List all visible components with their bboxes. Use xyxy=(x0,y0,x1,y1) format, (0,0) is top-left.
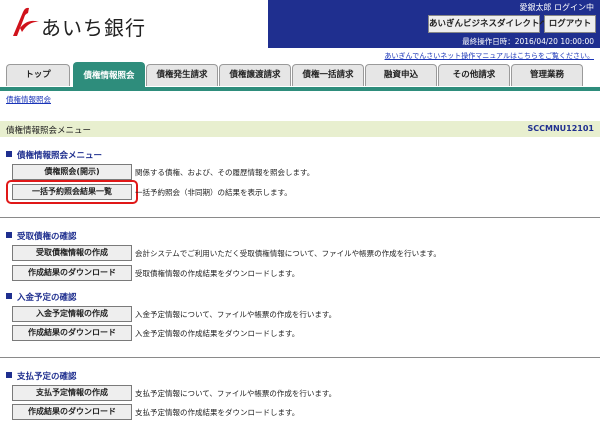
download-incoming-payment-button[interactable]: 作成結果のダウンロード xyxy=(12,325,132,341)
create-received-claims-button[interactable]: 受取債権情報の作成 xyxy=(12,245,132,261)
tab-claim-transfer[interactable]: 債権譲渡請求 xyxy=(219,64,291,86)
divider xyxy=(0,217,600,218)
breadcrumb[interactable]: 債権情報照会 xyxy=(6,94,51,105)
divider xyxy=(0,357,600,358)
login-user: 愛銀太郎 ログイン中 xyxy=(519,3,594,12)
user-panel: 愛銀太郎 ログイン中 あいぎんビジネスダイレクトへ戻る ログアウト 最終操作日時… xyxy=(268,0,600,48)
tab-underline xyxy=(0,87,600,91)
last-operation-time: 最終操作日時：2016/04/20 10:00:00 xyxy=(462,37,594,46)
create-outgoing-payment-desc: 支払予定情報について、ファイルや帳票の作成を行います。 xyxy=(135,389,337,398)
section-outgoing-payment-title: 支払予定の確認 xyxy=(6,370,77,382)
section-bullet-icon xyxy=(6,293,12,299)
download-received-claims-desc: 受取債権情報の作成結果をダウンロードします。 xyxy=(135,269,300,278)
download-outgoing-payment-button[interactable]: 作成結果のダウンロード xyxy=(12,404,132,420)
page-title: 債権情報照会メニュー xyxy=(6,126,92,136)
section-received-claims-title: 受取債権の確認 xyxy=(6,230,77,242)
claim-disclosure-desc: 関係する債権、および、その履歴情報を照会します。 xyxy=(135,168,315,177)
bank-logo-mark-icon xyxy=(13,7,39,36)
section-bullet-icon xyxy=(6,232,12,238)
tab-other-request[interactable]: その他請求 xyxy=(438,64,510,86)
bank-logo: あいち銀行 xyxy=(10,6,170,42)
main-tabs: トップ 債権情報照会 債権発生請求 債権譲渡請求 債権一括請求 融資申込 その他… xyxy=(0,62,600,89)
tab-claim-inquiry[interactable]: 債権情報照会 xyxy=(73,62,145,89)
create-incoming-payment-button[interactable]: 入金予定情報の作成 xyxy=(12,306,132,322)
tab-admin[interactable]: 管理業務 xyxy=(511,64,583,86)
section-incoming-payment-title: 入金予定の確認 xyxy=(6,291,77,303)
download-incoming-payment-desc: 入金予定情報の作成結果をダウンロードします。 xyxy=(135,329,300,338)
create-outgoing-payment-button[interactable]: 支払予定情報の作成 xyxy=(12,385,132,401)
download-received-claims-button[interactable]: 作成結果のダウンロード xyxy=(12,265,132,281)
screen-id: SCCMNU12101 xyxy=(527,124,595,133)
logout-button[interactable]: ログアウト xyxy=(544,15,596,33)
tab-top[interactable]: トップ xyxy=(6,64,70,86)
manual-link[interactable]: あいぎんでんさいネット操作マニュアルはこちらをご覧ください。 xyxy=(385,51,594,61)
section-bullet-icon xyxy=(6,372,12,378)
section-claim-inquiry-title: 債権情報照会メニュー xyxy=(6,149,102,161)
create-incoming-payment-desc: 入金予定情報について、ファイルや帳票の作成を行います。 xyxy=(135,310,337,319)
create-received-claims-desc: 会計システムでご利用いただく受取債権情報について、ファイルや帳票の作成を行います… xyxy=(135,249,441,258)
bulk-inquiry-result-desc: 一括予約照会（非同期）の結果を表示します。 xyxy=(135,188,292,197)
tab-financing[interactable]: 融資申込 xyxy=(365,64,437,86)
page-title-band: 債権情報照会メニュー SCCMNU12101 xyxy=(0,121,600,137)
tab-claim-issuance[interactable]: 債権発生請求 xyxy=(146,64,218,86)
tab-bulk-request[interactable]: 債権一括請求 xyxy=(292,64,364,86)
business-direct-button[interactable]: あいぎんビジネスダイレクトへ戻る xyxy=(428,15,565,33)
claim-disclosure-button[interactable]: 債権照会(開示) xyxy=(12,164,132,180)
download-outgoing-payment-desc: 支払予定情報の作成結果をダウンロードします。 xyxy=(135,408,300,417)
bulk-inquiry-result-button[interactable]: 一括予約照会結果一覧 xyxy=(12,184,132,200)
bank-name: あいち銀行 xyxy=(41,16,146,40)
section-bullet-icon xyxy=(6,151,12,157)
